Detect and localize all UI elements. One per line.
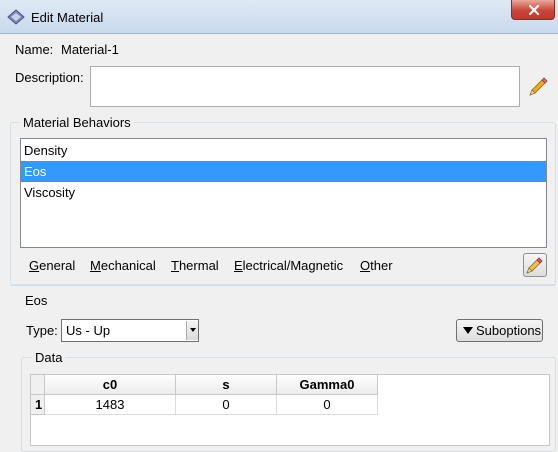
behavior-item-viscosity[interactable]: Viscosity (21, 182, 546, 203)
data-table[interactable]: c0 s Gamma0 1 1483 0 0 (30, 374, 550, 446)
menu-general[interactable]: General (29, 258, 75, 273)
menu-electrical-magnetic[interactable]: Electrical/Magnetic (234, 258, 343, 273)
window-title: Edit Material (31, 10, 104, 25)
behavior-list[interactable]: Density Eos Viscosity (20, 138, 547, 248)
suboptions-label: Suboptions (476, 323, 542, 338)
close-button[interactable] (511, 0, 555, 20)
menu-mechanical-mnemonic: M (90, 258, 101, 273)
data-group-title: Data (32, 350, 66, 365)
menu-thermal-mnemonic: T (171, 258, 179, 273)
menu-thermal[interactable]: Thermal (171, 258, 219, 273)
behavior-item-density[interactable]: Density (21, 140, 546, 161)
menu-mechanical[interactable]: Mechanical (90, 258, 156, 273)
column-header-s[interactable]: s (176, 375, 277, 395)
type-label: Type: (26, 323, 58, 338)
menu-electrical-magnetic-mnemonic: E (234, 258, 243, 273)
cell-gamma0[interactable]: 0 (277, 395, 378, 415)
type-select[interactable]: Us - Up (61, 319, 199, 342)
cell-c0[interactable]: 1483 (45, 395, 176, 415)
edit-icon (526, 257, 543, 274)
menu-other-label: ther (370, 258, 393, 273)
menu-mechanical-label: echanical (100, 258, 156, 273)
type-select-value: Us - Up (66, 323, 111, 338)
menu-general-mnemonic: G (29, 258, 40, 273)
material-behaviors-title: Material Behaviors (20, 115, 134, 130)
app-icon (7, 9, 25, 25)
edit-behavior-button[interactable] (523, 253, 547, 277)
menu-general-label: eneral (39, 258, 76, 273)
column-header-gamma0[interactable]: Gamma0 (277, 375, 378, 395)
menu-thermal-label: hermal (178, 258, 219, 273)
behavior-item-eos[interactable]: Eos (21, 161, 546, 182)
eos-section-title: Eos (25, 293, 48, 308)
close-icon (528, 4, 540, 16)
triangle-down-icon (463, 327, 473, 334)
menu-other[interactable]: Other (360, 258, 393, 273)
edit-description-button[interactable] (526, 74, 550, 98)
suboptions-button[interactable]: Suboptions (456, 319, 543, 342)
description-field[interactable] (90, 66, 520, 107)
pencil-icon (529, 77, 548, 96)
cell-s[interactable]: 0 (176, 395, 277, 415)
separator (10, 285, 556, 286)
row-header[interactable]: 1 (31, 395, 45, 415)
dropdown-arrow-icon[interactable] (186, 321, 198, 340)
name-value: Material-1 (61, 42, 119, 57)
description-label: Description: (15, 70, 84, 85)
menu-electrical-magnetic-label: lectrical/Magnetic (242, 258, 344, 273)
menu-other-mnemonic: O (360, 258, 371, 273)
name-label: Name: (15, 42, 54, 57)
table-corner (31, 375, 45, 395)
column-header-c0[interactable]: c0 (45, 375, 176, 395)
